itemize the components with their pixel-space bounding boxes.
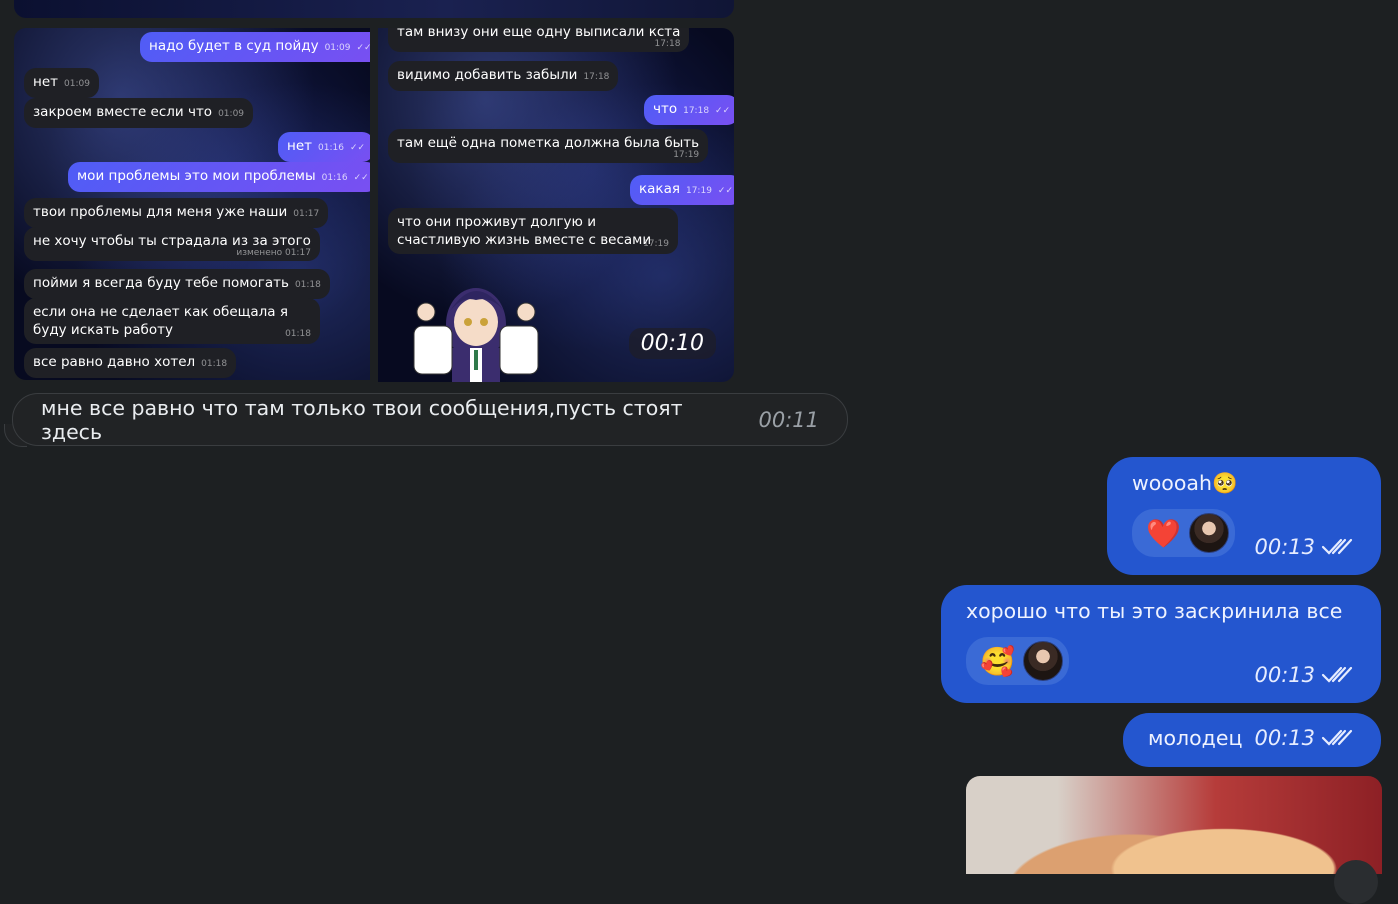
shot-text: надо будет в суд пойду [149, 38, 319, 54]
shot-bubble: не хочу чтобы ты страдала из за этого из… [24, 227, 320, 261]
avatar [1188, 513, 1229, 553]
double-check-icon [1321, 666, 1353, 683]
shot-text: нет [33, 74, 58, 90]
shot-text: там внизу они еще одну выписали кста [397, 28, 681, 40]
double-check-icon [1321, 729, 1353, 746]
shot-text: закроем вместе если что [33, 104, 213, 120]
shot-time: изменено 01:17 [236, 248, 311, 258]
shot-bubble: мои проблемы это мои проблемы 01:16 ✓✓ [68, 162, 370, 192]
double-check-icon: ✓✓ [356, 43, 371, 53]
shot-bubble: нет 01:16 ✓✓ [278, 132, 370, 162]
shot-time: 17:18 [683, 106, 710, 116]
shot-time: 17:18 [583, 72, 610, 82]
shot-bubble: закроем вместе если что 01:09 [24, 98, 254, 128]
video-duration: 00:10 [628, 328, 716, 359]
shot-bubble: надо будет в суд пойду 01:09 ✓✓ [140, 32, 370, 62]
message-time: 00:11 [758, 407, 819, 432]
shot-text: что [653, 101, 678, 117]
double-check-icon: ✓✓ [349, 143, 366, 153]
shot-time: 01:16 [321, 173, 348, 183]
shot-bubble: что 17:18 ✓✓ [644, 95, 734, 125]
reaction-chip[interactable]: ❤️ [1132, 509, 1235, 557]
shot-bubble: твои проблемы для меня уже наши 01:17 [24, 198, 329, 228]
double-check-icon [1321, 538, 1353, 555]
message-time: 00:13 [1254, 535, 1315, 559]
shot-text: что они проживут долгую и счастливую жиз… [397, 214, 652, 248]
shot-bubble: там ещё одна пометка должна была быть 17… [388, 129, 709, 163]
message-text: мне все равно что там только твои сообще… [41, 395, 683, 444]
shot-bubble: пойми я всегда буду тебе помогать 01:18 [24, 269, 330, 299]
shot-bubble: нет 01:09 [24, 68, 99, 98]
outgoing-message[interactable]: woooah🥺 ❤️ 00:13 [1107, 457, 1381, 575]
shot-time: 01:09 [64, 79, 90, 89]
cat-photo[interactable] [966, 776, 1382, 874]
shot-text: твои проблемы для меня уже наши [33, 204, 288, 220]
shot-bubble: там внизу они еще одну выписали кста 17:… [388, 28, 690, 52]
shot-text: нет [287, 138, 312, 154]
top-image-strip[interactable] [14, 0, 734, 18]
shot-text: пойми я всегда буду тебе помогать [33, 275, 289, 291]
message-time: 00:13 [1254, 663, 1315, 687]
reaction-chip[interactable]: 🥰 [966, 637, 1069, 685]
avatar [1022, 641, 1063, 681]
shot-text: все равно давно хотел [33, 354, 196, 370]
outgoing-message[interactable]: молодец 00:13 [1123, 713, 1381, 767]
smiling-hearts-reaction-icon: 🥰 [980, 644, 1015, 678]
shot-time: 17:18 [654, 39, 681, 49]
shot-bubble: какая 17:19 ✓✓ [630, 175, 734, 205]
message-text: хорошо что ты это заскринила все [966, 599, 1343, 623]
shot-bubble: что они проживут долгую и счастливую жиз… [388, 208, 678, 254]
message-text: woooah🥺 [1132, 471, 1238, 495]
shot-bubble: все равно давно хотел 01:18 [24, 348, 237, 378]
anime-sticker-image[interactable] [392, 256, 562, 382]
double-check-icon: ✓✓ [717, 186, 734, 196]
screenshot-left[interactable]: надо будет в суд пойду 01:09 ✓✓ нет 01:09 з… [14, 28, 370, 380]
scroll-down-button[interactable] [1334, 860, 1378, 904]
shot-time: 01:09 [324, 43, 351, 53]
heart-reaction-icon: ❤️ [1146, 516, 1181, 550]
shot-text: не хочу чтобы ты страдала из за этого [33, 233, 311, 249]
shot-time: 17:19 [685, 186, 712, 196]
shot-text: какая [639, 181, 680, 197]
screenshot-right[interactable]: там внизу они еще одну выписали кста 17:… [378, 28, 734, 382]
double-check-icon: ✓✓ [715, 106, 731, 116]
shot-time: 01:18 [294, 280, 321, 290]
shot-text: мои проблемы это мои проблемы [77, 168, 316, 184]
shot-time: 01:18 [201, 359, 228, 369]
shot-bubble: если она не сделает как обещала я буду и… [24, 298, 320, 344]
message-time: 00:13 [1254, 726, 1315, 750]
double-check-icon: ✓✓ [353, 173, 369, 183]
message-text: молодец [1148, 726, 1243, 750]
incoming-message[interactable]: мне все равно что там только твои сообще… [12, 393, 848, 446]
shot-time: 01:16 [318, 143, 344, 153]
shot-time: 01:17 [293, 209, 320, 219]
shot-time: 01:09 [218, 109, 245, 119]
shot-text: видимо добавить забыли [397, 67, 578, 83]
outgoing-message[interactable]: хорошо что ты это заскринила все 🥰 00:13 [941, 585, 1381, 703]
shot-text: там ещё одна пометка должна была быть [397, 135, 700, 151]
shot-bubble: видимо добавить забыли 17:18 [388, 61, 619, 91]
shot-time: 17:19 [673, 150, 700, 160]
